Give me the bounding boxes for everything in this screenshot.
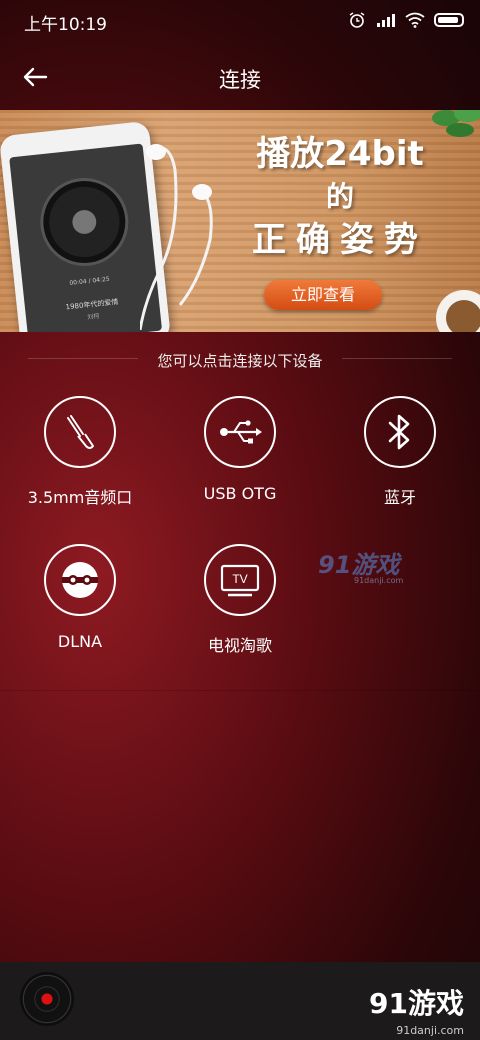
device-usb-otg[interactable]: USB OTG bbox=[160, 396, 320, 503]
device-label: USB OTG bbox=[203, 484, 277, 503]
battery-icon bbox=[434, 13, 464, 27]
wifi-icon bbox=[405, 12, 425, 28]
device-usb-otg-circle bbox=[204, 396, 276, 468]
player-bar: 91游戏 91danji.com bbox=[0, 962, 480, 1040]
connect-hint: 您可以点击连接以下设备 bbox=[157, 352, 323, 370]
top-bar: 连接 bbox=[0, 44, 480, 110]
view-now-button[interactable]: 立即查看 bbox=[264, 280, 382, 310]
promo-banner[interactable]: 00:04 / 04:25 1980年代的爱情 刘柯 播放24bit 的 正确姿… bbox=[0, 110, 480, 332]
status-icons bbox=[347, 12, 464, 28]
device-label: DLNA bbox=[57, 632, 103, 651]
panel-divider bbox=[0, 690, 480, 691]
signal-icon bbox=[377, 14, 395, 27]
bluetooth-icon bbox=[388, 414, 410, 450]
device-bluetooth[interactable]: 蓝牙 bbox=[320, 396, 480, 508]
watermark: 91游戏 91danji.com bbox=[318, 545, 418, 585]
banner-headline: 播放24bit 的 正确姿势 bbox=[230, 134, 450, 260]
alarm-icon bbox=[349, 12, 365, 28]
phone-song-time: 00:04 / 04:25 bbox=[69, 275, 111, 287]
device-label: 蓝牙 bbox=[383, 488, 416, 507]
device-label: 电视淘歌 bbox=[207, 636, 272, 655]
device-label: 3.5mm音频口 bbox=[27, 488, 133, 507]
banner-headline-line3: 正确姿势 bbox=[252, 220, 428, 260]
brand-watermark: 91游戏 91danji.com bbox=[369, 982, 464, 1037]
status-bar: 上午10:19 bbox=[0, 0, 480, 44]
banner-headline-line1: 播放24bit bbox=[256, 134, 424, 174]
tv-icon: TV bbox=[220, 564, 260, 597]
page-title: 连接 bbox=[219, 68, 261, 92]
usb-icon bbox=[220, 420, 262, 444]
tv-icon-text: TV bbox=[232, 572, 247, 586]
device-audio-jack-circle bbox=[44, 396, 116, 468]
device-bluetooth-circle bbox=[364, 396, 436, 468]
earphones-image bbox=[140, 144, 213, 330]
device-audio-jack[interactable]: 3.5mm音频口 bbox=[0, 396, 160, 508]
device-tv[interactable]: TV 电视淘歌 bbox=[160, 544, 320, 656]
dlna-icon bbox=[62, 562, 98, 598]
brand-url: 91danji.com bbox=[396, 1024, 464, 1037]
device-dlna[interactable]: DLNA bbox=[0, 544, 160, 651]
album-cover bbox=[35, 173, 133, 271]
status-time: 上午10:19 bbox=[24, 15, 107, 35]
audio-jack-icon bbox=[67, 415, 94, 449]
banner-headline-line2: 的 bbox=[325, 180, 354, 213]
device-dlna-circle bbox=[44, 544, 116, 616]
vinyl-record-icon[interactable] bbox=[20, 972, 74, 1026]
brand-logo: 91游戏 bbox=[369, 987, 464, 1020]
device-tv-circle: TV bbox=[204, 544, 276, 616]
watermark-logo: 91游戏 bbox=[318, 551, 400, 579]
